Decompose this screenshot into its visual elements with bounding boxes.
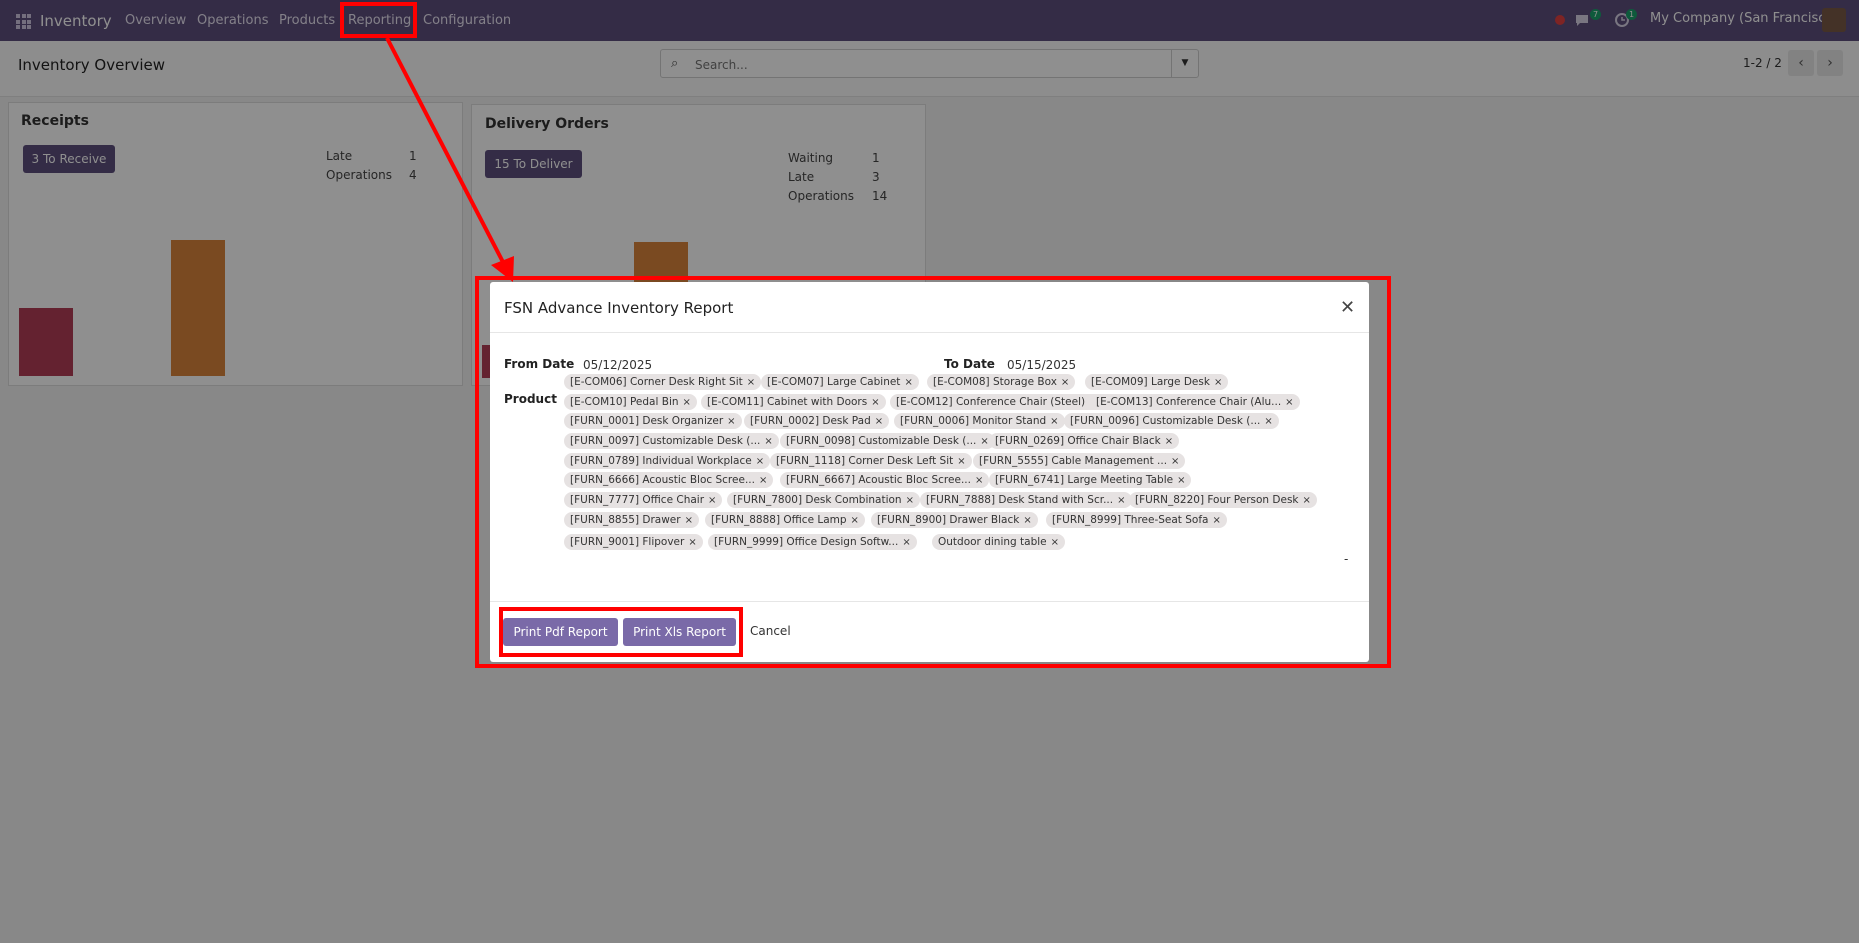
annotation-arrow: [385, 37, 514, 282]
